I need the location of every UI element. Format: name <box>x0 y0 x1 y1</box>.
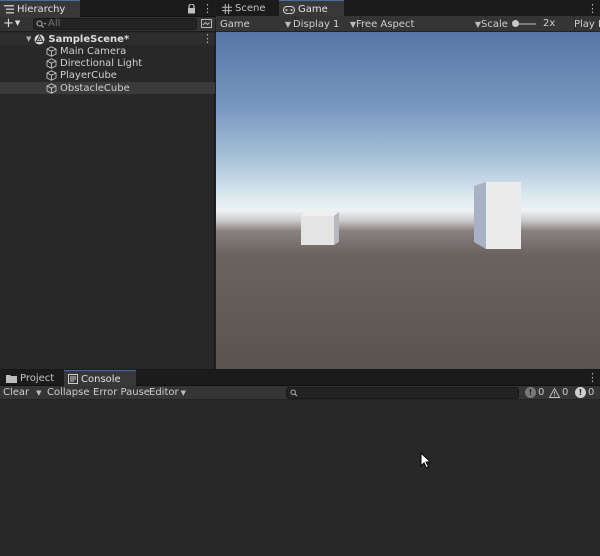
error-pause-label: Error Pause <box>93 387 150 398</box>
search-placeholder: All <box>48 18 61 29</box>
info-count: 0 <box>538 387 545 398</box>
game-view-panel: Scene Game ⋮ Game ▼ Display 1 ▼ Free Asp… <box>216 0 600 369</box>
chevron-down-icon: ▼ <box>180 388 186 397</box>
mouse-cursor-icon <box>420 452 432 469</box>
hierarchy-item-label: ObstacleCube <box>60 82 130 94</box>
scene-visibility-icon[interactable] <box>201 19 212 29</box>
clear-label: Clear <box>3 387 30 398</box>
info-icon: ! <box>525 387 536 398</box>
clear-button[interactable]: Clear ▼ <box>3 386 43 399</box>
scale-label: Scale <box>481 18 508 30</box>
bottom-tab-strip: Project Console ⋮ <box>0 370 600 387</box>
hierarchy-toolbar: +▼ All <box>0 16 215 32</box>
chevron-down-icon[interactable]: ▼ <box>26 35 31 43</box>
collapse-toggle[interactable]: Collapse <box>47 386 90 399</box>
search-icon <box>290 389 298 397</box>
error-count: 0 <box>588 387 595 398</box>
console-search-input[interactable] <box>286 387 519 399</box>
editor-label: Editor <box>149 387 179 398</box>
gameobject-cube-icon <box>46 45 57 57</box>
chevron-down-icon: ▼ <box>14 19 21 27</box>
editor-dropdown[interactable]: Editor ▼ <box>149 386 186 399</box>
warning-count: 0 <box>562 387 569 398</box>
warning-count-toggle[interactable]: 0 <box>549 386 568 399</box>
grid-icon <box>222 3 232 14</box>
view-menu-icon[interactable]: ⋮ <box>587 2 598 15</box>
tab-console-label: Console <box>81 373 121 385</box>
error-count-toggle[interactable]: ! 0 <box>575 386 594 399</box>
scale-control: Scale 2x <box>477 16 575 32</box>
lock-icon[interactable] <box>186 3 196 14</box>
chevron-down-icon[interactable]: ▼ <box>36 389 41 397</box>
game-mode-value: Game <box>220 18 250 30</box>
game-toolbar: Game ▼ Display 1 ▼ Free Aspect ▼ Scale 2… <box>216 16 600 32</box>
scale-slider-handle[interactable] <box>512 20 519 27</box>
gamepad-icon <box>283 5 295 14</box>
hierarchy-search[interactable]: All <box>33 18 197 30</box>
scene-menu-icon[interactable]: ⋮ <box>202 32 213 45</box>
add-object-button[interactable]: +▼ <box>3 16 20 31</box>
gameobject-cube-icon <box>46 82 57 94</box>
hierarchy-panel: Hierarchy ⋮ +▼ All ▼ SampleScene* ⋮ Main… <box>0 0 215 369</box>
console-menu-icon[interactable]: ⋮ <box>587 371 598 384</box>
console-icon <box>68 374 78 384</box>
hierarchy-menu-icon[interactable]: ⋮ <box>202 2 213 15</box>
warning-icon <box>549 387 560 398</box>
obstacle-cube[interactable] <box>474 182 524 250</box>
hierarchy-tab-strip: Hierarchy ⋮ <box>0 0 215 18</box>
hierarchy-item[interactable]: PlayerCube <box>0 70 215 82</box>
console-panel: Project Console ⋮ Clear ▼ Collapse Error… <box>0 369 600 556</box>
gameobject-cube-icon <box>46 58 57 69</box>
gameobject-cube-icon <box>46 70 57 81</box>
tab-scene-label: Scene <box>235 3 266 14</box>
console-toolbar: Clear ▼ Collapse Error Pause Editor ▼ ! … <box>0 386 600 400</box>
game-viewport[interactable] <box>216 32 600 369</box>
scene-root-row[interactable]: ▼ SampleScene* ⋮ <box>0 32 215 45</box>
error-pause-toggle[interactable]: Error Pause <box>93 386 150 399</box>
play-focus-label: Play F <box>574 18 600 30</box>
hierarchy-item[interactable]: Directional Light <box>0 57 215 69</box>
collapse-label: Collapse <box>47 387 90 398</box>
aspect-value: Free Aspect <box>356 18 415 30</box>
hierarchy-item-label: Main Camera <box>60 45 127 57</box>
tab-scene[interactable]: Scene <box>218 0 288 17</box>
display-value: Display 1 <box>293 18 340 30</box>
view-tab-strip: Scene Game ⋮ <box>216 0 600 18</box>
game-mode-dropdown[interactable]: Game ▼ <box>216 16 296 32</box>
tab-project-label: Project <box>20 372 55 384</box>
unity-scene-icon <box>34 33 45 45</box>
aspect-dropdown[interactable]: Free Aspect ▼ <box>352 16 486 32</box>
player-cube[interactable] <box>300 211 340 247</box>
hierarchy-item-label: PlayerCube <box>60 70 117 82</box>
info-count-toggle[interactable]: ! 0 <box>525 386 544 399</box>
scale-value: 2x <box>543 18 556 29</box>
hierarchy-item[interactable]: Main Camera <box>0 45 215 57</box>
tab-console[interactable]: Console <box>64 370 136 387</box>
display-dropdown[interactable]: Display 1 ▼ <box>289 16 361 32</box>
folder-icon <box>6 374 17 383</box>
play-focus-dropdown[interactable]: Play F <box>570 16 600 32</box>
tab-project[interactable]: Project <box>2 370 70 386</box>
search-icon <box>36 20 46 29</box>
tab-game-label: Game <box>298 4 328 15</box>
hierarchy-item-label: Directional Light <box>60 57 143 69</box>
hierarchy-item[interactable]: ObstacleCube <box>0 82 215 95</box>
scene-name: SampleScene* <box>48 33 130 45</box>
error-icon: ! <box>575 387 586 398</box>
hierarchy-tab-label: Hierarchy <box>17 4 66 15</box>
list-icon <box>4 5 14 14</box>
